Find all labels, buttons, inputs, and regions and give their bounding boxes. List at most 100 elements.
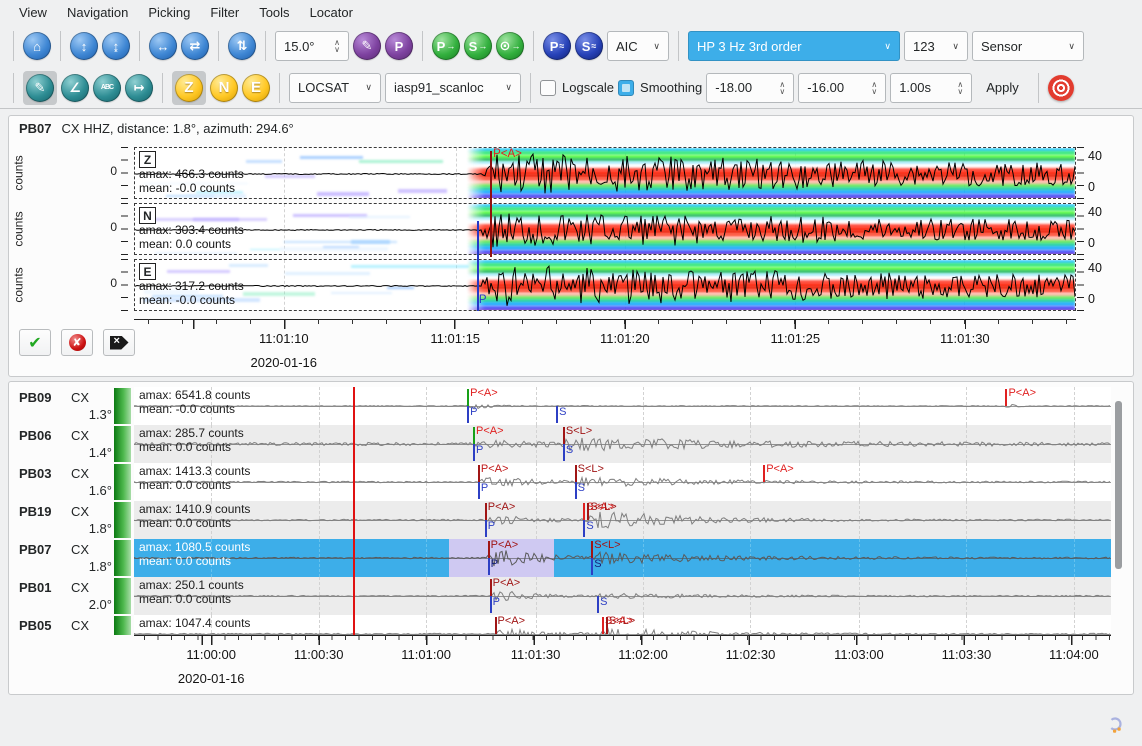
menu-locator[interactable]: Locator xyxy=(301,2,362,23)
trace-area[interactable]: P<A>S<L>PSamax: 285.7 countsmean: 0.0 co… xyxy=(134,425,1111,463)
align-tool-icon[interactable]: ↦ xyxy=(125,74,153,102)
checkbox-icon[interactable] xyxy=(540,80,556,96)
component-n-button[interactable]: N xyxy=(210,74,238,102)
menu-picking[interactable]: Picking xyxy=(139,2,199,23)
pick-marker[interactable]: S<L> xyxy=(606,615,670,635)
pick-marker[interactable]: S xyxy=(575,463,639,501)
zero-tick-label: 0 xyxy=(99,220,117,234)
spinner-arrows-icon[interactable]: ∧∨ xyxy=(957,81,963,95)
spectrogram-trace-n[interactable]: Namax: 303.4 countsmean: 0.0 counts xyxy=(134,203,1076,255)
sensor-select[interactable]: Sensor∨ xyxy=(972,31,1084,61)
pick-marker[interactable]: P<A> xyxy=(495,615,559,635)
spectrogram-plot[interactable]: Zamax: 466.3 countsmean: -0.0 countsNama… xyxy=(134,147,1076,311)
amax-label: amax: 317.2 counts xyxy=(139,279,244,293)
trace-area[interactable]: P<A>S<L>P<A>PSamax: 1413.3 countsmean: 0… xyxy=(134,463,1111,501)
home-icon[interactable]: ⌂ xyxy=(23,32,51,60)
gap-tool-icon[interactable]: ✎ xyxy=(353,32,381,60)
amax-label: amax: 1047.4 counts xyxy=(139,616,250,630)
menu-tools[interactable]: Tools xyxy=(250,2,298,23)
confirm-pick-button[interactable]: ✔ xyxy=(19,329,51,356)
component-z-button[interactable]: Z xyxy=(175,74,203,102)
pick-mode-icon[interactable]: ✎ xyxy=(26,74,54,102)
pick-marker[interactable]: S xyxy=(563,425,627,463)
pick-marker[interactable]: P xyxy=(488,539,552,577)
rename-tool-icon[interactable]: ABC xyxy=(93,74,121,102)
smoothing-checkbox[interactable]: Smoothing xyxy=(618,80,702,96)
trace-area[interactable]: P<A>S<A>S<L>PSamax: 1410.9 countsmean: 0… xyxy=(134,501,1111,539)
apply-button[interactable]: Apply xyxy=(976,74,1029,101)
locator-select[interactable]: LOCSAT∨ xyxy=(289,73,381,103)
amplitude-zoom-icon[interactable]: ↕ xyxy=(70,32,98,60)
station-row-pb07[interactable]: PB07CX1.8°P<A>S<L>PSamax: 1080.5 countsm… xyxy=(9,539,1133,577)
time-tick-label: 11:01:20 xyxy=(575,331,675,346)
menu-filter[interactable]: Filter xyxy=(201,2,248,23)
polarity-tool-icon[interactable]: P xyxy=(385,32,413,60)
pick-other-icon[interactable]: ⊙→ xyxy=(496,32,524,60)
row-height-icon[interactable]: ⇅ xyxy=(228,32,256,60)
pick-marker[interactable]: P xyxy=(485,501,549,539)
time-tick-label: 11:02:30 xyxy=(700,647,800,662)
spectrogram-min-spinbox[interactable]: -18.00 ∧∨ xyxy=(706,73,794,103)
logscale-checkbox[interactable]: Logscale xyxy=(540,80,614,96)
pick-marker[interactable]: P xyxy=(478,463,542,501)
component-e-button[interactable]: E xyxy=(242,74,270,102)
pick-marker[interactable]: S xyxy=(597,577,661,615)
spinner-arrows-icon[interactable]: ∧∨ xyxy=(871,81,877,95)
trace-area[interactable]: P<A>PSP<A>amax: 6541.8 countsmean: -0.0 … xyxy=(134,387,1111,425)
trace-area[interactable]: P<A>S<L>PSamax: 1080.5 countsmean: 0.0 c… xyxy=(134,539,1111,577)
time-tick-label: 11:01:15 xyxy=(405,331,505,346)
station-row-pb19[interactable]: PB19CX1.8°P<A>S<A>S<L>PSamax: 1410.9 cou… xyxy=(9,501,1133,539)
station-row-pb03[interactable]: PB03CX1.6°P<A>S<L>P<A>PSamax: 1413.3 cou… xyxy=(9,463,1133,501)
angle-spinbox[interactable]: 15.0° ∧∨ xyxy=(275,31,349,61)
pick-marker[interactable]: P xyxy=(473,425,537,463)
uncertainty-p-icon[interactable]: P≈ xyxy=(543,32,571,60)
filter-select[interactable]: HP 3 Hz 3rd order∨ xyxy=(688,31,900,61)
time-zoom-out-icon[interactable]: ↔ xyxy=(149,32,177,60)
profile-select[interactable]: iasp91_scanloc∨ xyxy=(385,73,521,103)
pick-marker[interactable]: S xyxy=(556,387,620,425)
trace-area[interactable]: P<A>PSamax: 250.1 countsmean: 0.0 counts xyxy=(134,577,1111,615)
pick-marker[interactable]: S xyxy=(583,501,647,539)
measure-tool-icon[interactable]: ∠ xyxy=(61,74,89,102)
station-label-cell: PB05CX xyxy=(9,615,114,635)
time-tick-label: 11:00:00 xyxy=(161,647,261,662)
pick-marker[interactable]: S xyxy=(591,539,655,577)
spinner-arrows-icon[interactable]: ∧∨ xyxy=(779,81,785,95)
pick-marker[interactable]: P xyxy=(467,387,531,425)
pick-line xyxy=(478,482,480,499)
uncertainty-s-icon[interactable]: S≈ xyxy=(575,32,603,60)
time-zoom-in-icon[interactable]: ⇄ xyxy=(181,32,209,60)
menu-navigation[interactable]: Navigation xyxy=(58,2,137,23)
pick-s-icon[interactable]: S→ xyxy=(464,32,492,60)
amplitude-unit-select[interactable]: 123∨ xyxy=(904,31,968,61)
relocate-target-icon[interactable] xyxy=(1048,75,1074,101)
pick-marker[interactable]: P xyxy=(490,577,554,615)
station-row-pb01[interactable]: PB01CX2.0°P<A>PSamax: 250.1 countsmean: … xyxy=(9,577,1133,615)
onset-select[interactable]: AIC∨ xyxy=(607,31,669,61)
toolbar-separator xyxy=(1038,73,1039,103)
vertical-scrollbar[interactable] xyxy=(1115,401,1122,569)
amplitude-fit-icon[interactable]: ↨ xyxy=(102,32,130,60)
mean-label: mean: 0.0 counts xyxy=(139,516,231,530)
menu-view[interactable]: View xyxy=(10,2,56,23)
station-row-pb09[interactable]: PB09CX1.3°P<A>PSP<A>amax: 6541.8 countsm… xyxy=(9,387,1133,425)
station-row-pb06[interactable]: PB06CX1.4°P<A>S<L>PSamax: 285.7 countsme… xyxy=(9,425,1133,463)
time-tick-label: 11:01:30 xyxy=(486,647,586,662)
pick-p-icon[interactable]: P→ xyxy=(432,32,460,60)
pick-label: P<A> xyxy=(498,615,526,627)
counts-axis-label: counts xyxy=(11,147,27,199)
time-tick-label: 11:01:30 xyxy=(915,331,1015,346)
checkbox-checked-icon[interactable] xyxy=(618,80,634,96)
spectrogram-trace-z[interactable]: Zamax: 466.3 countsmean: -0.0 counts xyxy=(134,147,1076,199)
reject-pick-button[interactable]: ✘ xyxy=(61,329,93,356)
pick-marker[interactable]: P<A> xyxy=(1005,387,1069,425)
trace-area[interactable]: P<A>S<A>S<L>amax: 1047.4 counts xyxy=(134,615,1111,635)
spectrogram-trace-e[interactable]: Eamax: 317.2 countsmean: -0.0 counts xyxy=(134,259,1076,311)
spinner-arrows-icon[interactable]: ∧∨ xyxy=(334,39,340,53)
spectrogram-max-spinbox[interactable]: -16.00 ∧∨ xyxy=(798,73,886,103)
pick-line xyxy=(597,596,599,613)
pick-marker[interactable]: P<A> xyxy=(763,463,827,501)
skip-trace-button[interactable]: × xyxy=(103,329,135,356)
station-row-pb05[interactable]: PB05CXP<A>S<A>S<L>amax: 1047.4 counts xyxy=(9,615,1133,635)
time-step-spinbox[interactable]: 1.00s ∧∨ xyxy=(890,73,972,103)
